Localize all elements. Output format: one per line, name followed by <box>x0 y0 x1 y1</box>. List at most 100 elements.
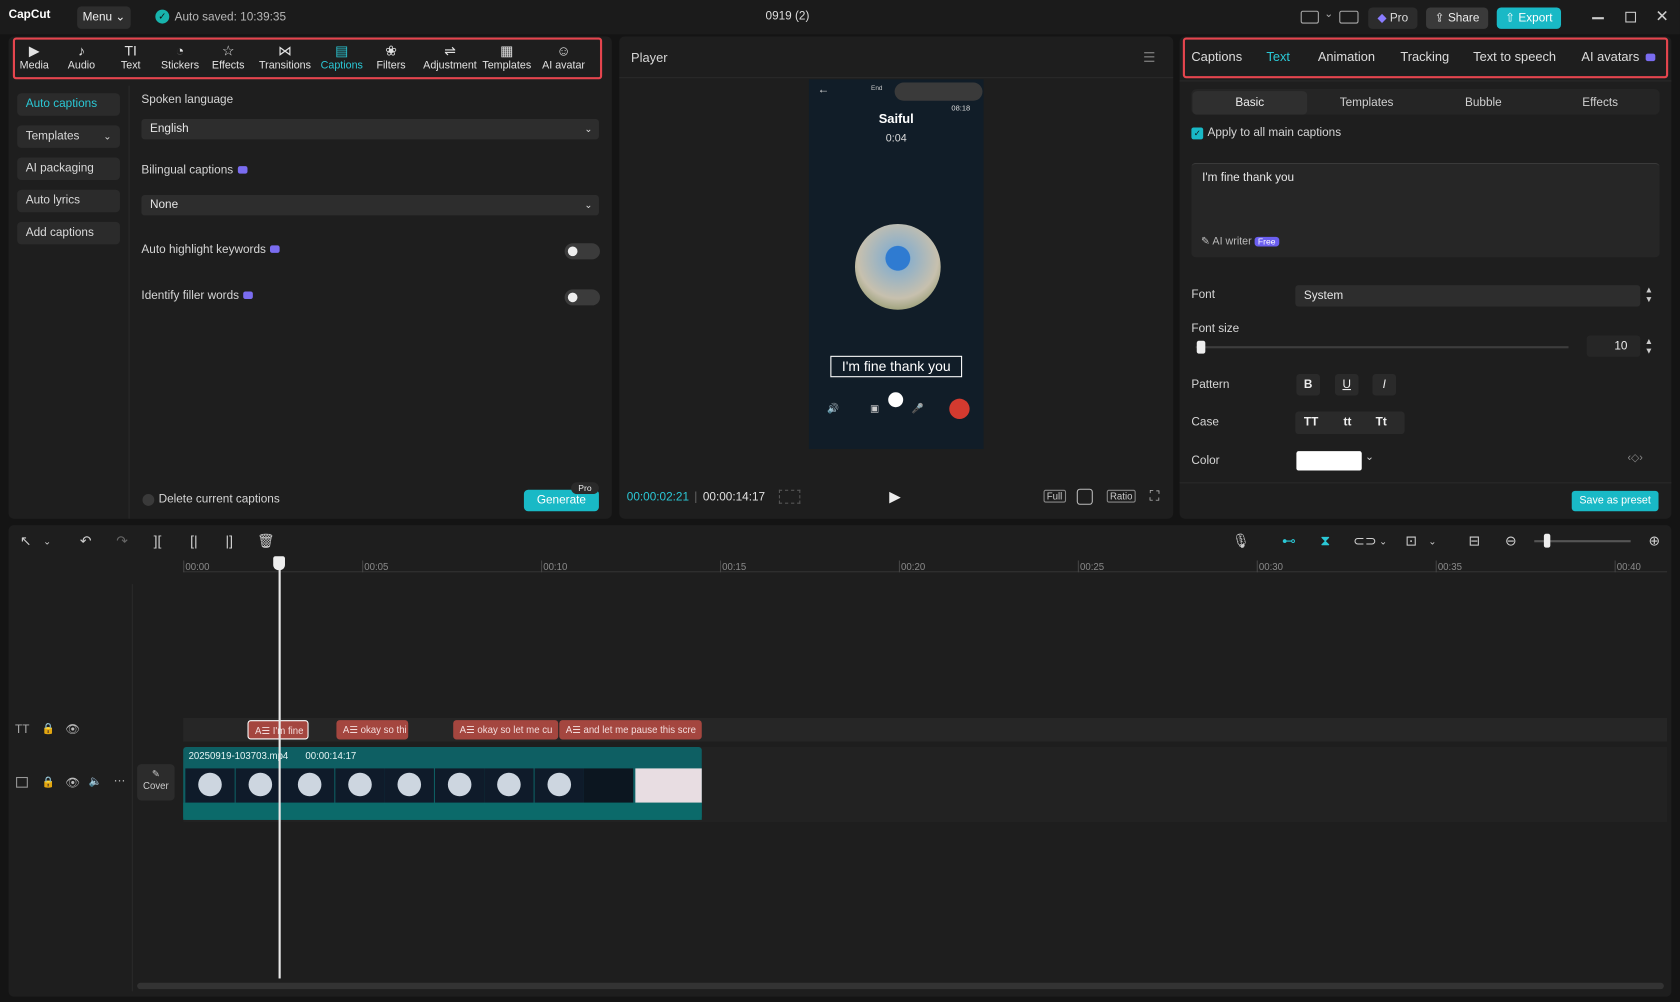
export-button[interactable]: ⇧ Export <box>1496 7 1562 29</box>
layout-icon[interactable] <box>1300 10 1319 24</box>
chevron-down-icon[interactable]: ⌄ <box>1375 533 1392 550</box>
tool-text[interactable]: TI Text <box>106 43 155 75</box>
tool-adjustment[interactable]: ⇌ Adjustment <box>420 43 480 75</box>
microphone-icon[interactable]: 🎙 <box>1232 533 1250 550</box>
case-upper-button[interactable]: TT <box>1304 416 1318 429</box>
subtab-basic[interactable]: Basic <box>1192 91 1308 115</box>
tool-stickers[interactable]: ◔ Stickers <box>155 43 204 75</box>
timeline-scrollbar[interactable] <box>137 982 1664 990</box>
color-swatch[interactable] <box>1296 451 1362 471</box>
subtab-templates[interactable]: Templates <box>1309 91 1424 115</box>
tab-ai-avatars[interactable]: AI avatars <box>1581 49 1639 64</box>
subtab-bubble[interactable]: Bubble <box>1426 91 1541 115</box>
delete-icon[interactable]: 🗑 <box>257 533 275 550</box>
cover-button[interactable]: ✎ Cover <box>137 764 175 801</box>
delete-captions-checkbox[interactable] <box>142 494 155 506</box>
side-auto-captions[interactable]: Auto captions <box>17 93 120 116</box>
playhead-line[interactable] <box>278 559 281 979</box>
tool-audio[interactable]: ♪ Audio <box>57 43 106 75</box>
screenshot-icon[interactable] <box>1076 488 1093 505</box>
spoken-language-select[interactable]: English ⌄ <box>141 118 599 140</box>
keyframe-icon[interactable]: ‹◇› <box>1627 452 1642 464</box>
fullscreen-icon[interactable]: ⛶ <box>1150 488 1160 505</box>
case-lower-button[interactable]: tt <box>1344 416 1352 429</box>
full-button[interactable]: Full <box>1043 489 1066 503</box>
side-templates[interactable]: Templates ⌄ <box>17 125 120 148</box>
play-button[interactable]: ▶ <box>889 488 901 506</box>
tool-filters[interactable]: ❀ Filters <box>366 43 415 75</box>
font-size-stepper-icon[interactable]: ▲ ▼ <box>1645 337 1653 356</box>
caption-overlay[interactable]: I'm fine thank you <box>830 355 963 378</box>
filler-toggle[interactable] <box>564 289 600 306</box>
underline-button[interactable]: U <box>1334 374 1359 396</box>
lock-icon[interactable]: 🔒 <box>42 723 55 735</box>
auto-snap-icon[interactable]: ⧗ <box>1317 533 1334 550</box>
italic-button[interactable]: I <box>1372 374 1397 396</box>
bilingual-select[interactable]: None ⌄ <box>141 195 599 216</box>
grid-icon[interactable] <box>778 489 801 504</box>
font-stepper-icon[interactable]: ▲ ▼ <box>1645 285 1653 304</box>
case-title-button[interactable]: Tt <box>1376 416 1387 429</box>
lock-icon[interactable]: 🔒 <box>42 777 55 789</box>
more-icon[interactable]: ⋯ <box>114 774 126 788</box>
font-select[interactable]: System <box>1295 285 1641 307</box>
side-ai-packaging[interactable]: AI packaging <box>17 157 120 181</box>
tool-templates[interactable]: ▦ Templates <box>482 43 531 75</box>
menu-button[interactable]: Menu ⌄ <box>77 6 131 29</box>
font-size-slider-handle[interactable] <box>1196 340 1206 354</box>
chevron-down-icon[interactable]: ⌄ <box>1424 533 1441 550</box>
share-button[interactable]: ⇪ Share <box>1426 7 1489 29</box>
subtab-effects[interactable]: Effects <box>1543 91 1658 115</box>
zoom-slider-handle[interactable] <box>1543 533 1551 548</box>
eye-icon[interactable]: 👁 <box>65 722 80 736</box>
chevron-down-icon[interactable]: ⌄ <box>39 533 56 550</box>
tab-text-to-speech[interactable]: Text to speech <box>1473 49 1556 64</box>
tab-captions[interactable]: Captions <box>1191 49 1242 64</box>
caption-clip[interactable]: A☰ and let me pause this scre <box>559 720 702 740</box>
close-icon[interactable]: ✕ <box>1655 6 1668 26</box>
font-size-slider-track[interactable] <box>1195 346 1569 349</box>
shortcut-icon[interactable] <box>1339 10 1359 24</box>
ai-writer-button[interactable]: ✎ AI writer Free <box>1201 236 1279 248</box>
apply-all-checkbox[interactable]: ✓ <box>1191 127 1204 140</box>
zoom-out-icon[interactable]: ⊖ <box>1502 533 1519 550</box>
magnet-icon[interactable]: ⊷ <box>1280 533 1297 550</box>
side-add-captions[interactable]: Add captions <box>17 221 120 245</box>
ratio-button[interactable]: Ratio <box>1106 489 1136 503</box>
redo-icon[interactable]: ↷ <box>114 533 131 550</box>
side-auto-lyrics[interactable]: Auto lyrics <box>17 189 120 213</box>
caption-clip[interactable]: A☰ okay so let me cu <box>453 720 559 740</box>
tab-text[interactable]: Text <box>1266 49 1290 64</box>
save-preset-button[interactable]: Save as preset <box>1571 490 1659 512</box>
split-icon[interactable]: ][ <box>149 533 166 550</box>
speaker-icon[interactable]: 🔈 <box>89 776 102 788</box>
split-right-icon[interactable]: |] <box>221 533 238 550</box>
select-tool-icon[interactable]: ↖ <box>17 533 34 550</box>
minimize-icon[interactable] <box>1592 17 1604 19</box>
chevron-down-icon[interactable]: ⌄ <box>1324 9 1333 21</box>
tab-tracking[interactable]: Tracking <box>1400 49 1449 64</box>
tab-animation[interactable]: Animation <box>1318 49 1375 64</box>
caption-clip[interactable]: A☰ okay so thi <box>336 720 409 740</box>
preview-axis-icon[interactable]: ⊡ <box>1402 533 1419 550</box>
pro-button[interactable]: ◆ Pro <box>1368 7 1418 29</box>
eye-icon[interactable]: 👁 <box>65 776 80 790</box>
caption-toggle-icon[interactable]: ⊟ <box>1466 533 1483 550</box>
maximize-icon[interactable] <box>1625 11 1637 23</box>
tool-media[interactable]: ▶ Media <box>10 43 59 75</box>
bold-button[interactable]: B <box>1296 374 1320 396</box>
hamburger-icon[interactable]: ☰ <box>1143 49 1155 66</box>
highlight-toggle[interactable] <box>564 243 600 260</box>
undo-icon[interactable]: ↶ <box>77 533 94 550</box>
tool-ai-avatar[interactable]: ☺ AI avatar <box>539 43 588 75</box>
link-icon[interactable]: ⊂⊃ <box>1353 533 1376 550</box>
font-size-input[interactable]: 10 <box>1586 335 1641 357</box>
chevron-down-icon[interactable]: ⌄ <box>1365 451 1374 463</box>
playhead-handle[interactable] <box>273 556 285 571</box>
tool-effects[interactable]: ☆ Effects <box>204 43 253 75</box>
split-left-icon[interactable]: [| <box>185 533 202 550</box>
tool-transitions[interactable]: ⋈ Transitions <box>255 43 315 75</box>
zoom-in-icon[interactable]: ⊕ <box>1646 533 1663 550</box>
tool-captions[interactable]: ▤ Captions <box>317 43 366 75</box>
rotate-icon <box>888 392 904 408</box>
